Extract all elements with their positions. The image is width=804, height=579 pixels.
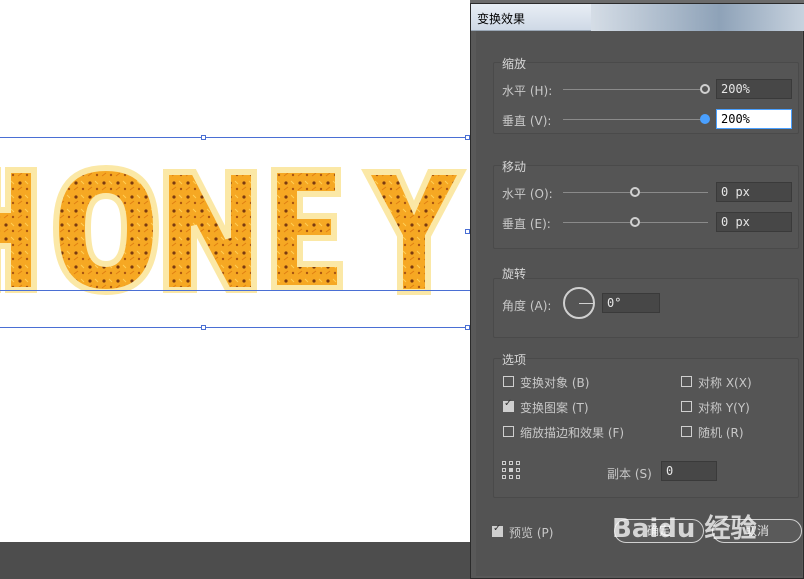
reflect-x-checkbox[interactable]	[681, 376, 692, 387]
reflect-y-checkbox[interactable]	[681, 401, 692, 412]
baidu-watermark: Baidu 经验	[612, 514, 757, 544]
scale-vertical-knob[interactable]	[700, 114, 710, 124]
move-vertical-input[interactable]: 0 px	[716, 212, 792, 232]
random-label: 随机 (R)	[698, 426, 744, 440]
transform-objects-checkbox[interactable]	[503, 376, 514, 387]
selection-line-top	[0, 137, 470, 138]
scale-horizontal-knob[interactable]	[700, 84, 710, 94]
scale-vertical-label: 垂直 (V):	[502, 114, 552, 128]
transform-patterns-label: 变换图案 (T)	[520, 401, 589, 415]
artboard-canvas[interactable]	[0, 0, 470, 542]
move-horizontal-input[interactable]: 0 px	[716, 182, 792, 202]
scale-vertical-slider[interactable]	[563, 119, 703, 120]
move-vertical-label: 垂直 (E):	[502, 217, 551, 231]
letter-n	[163, 169, 257, 293]
letter-h	[0, 167, 37, 293]
options-group-title: 选项	[502, 353, 527, 367]
scale-horizontal-label: 水平 (H):	[502, 84, 553, 98]
letter-y	[361, 169, 467, 295]
status-bar	[0, 542, 470, 579]
selection-handle-top[interactable]	[201, 135, 206, 140]
copies-label: 副本 (S)	[607, 467, 652, 481]
scale-horizontal-input[interactable]: 200%	[716, 79, 792, 99]
move-group	[493, 165, 799, 249]
rotate-angle-label: 角度 (A):	[502, 299, 552, 313]
scale-strokes-checkbox[interactable]	[503, 426, 514, 437]
transform-objects-label: 变换对象 (B)	[520, 376, 590, 390]
preview-checkbox[interactable]	[492, 523, 503, 537]
move-horizontal-knob[interactable]	[630, 187, 640, 197]
move-vertical-knob[interactable]	[630, 217, 640, 227]
scale-group-title: 缩放	[502, 57, 527, 71]
dialog-titlebar[interactable]: 变换效果	[471, 4, 804, 31]
reflect-y-label: 对称 Y(Y)	[698, 401, 750, 415]
letter-o	[52, 164, 160, 296]
letter-e	[271, 167, 343, 291]
move-horizontal-label: 水平 (O):	[502, 187, 553, 201]
selection-line-baseline	[0, 290, 470, 291]
move-group-title: 移动	[502, 160, 527, 174]
angle-input[interactable]: 0°	[602, 293, 660, 313]
honey-artwork[interactable]	[0, 150, 480, 300]
titlebar-glass	[591, 4, 804, 31]
rotate-group-title: 旋转	[502, 267, 527, 281]
scale-strokes-label: 缩放描边和效果 (F)	[520, 426, 625, 440]
preview-label: 预览 (P)	[509, 526, 554, 540]
scale-horizontal-slider[interactable]	[563, 89, 703, 90]
angle-dial[interactable]	[563, 287, 595, 319]
transform-effect-dialog: 变换效果 缩放 水平 (H): 200% 垂直 (V): 200% 移动 水平 …	[470, 3, 804, 579]
random-checkbox[interactable]	[681, 426, 692, 437]
selection-line-bottom	[0, 327, 470, 328]
copies-input[interactable]: 0	[661, 461, 717, 481]
transform-patterns-checkbox[interactable]	[503, 398, 514, 412]
scale-vertical-input[interactable]: 200%	[716, 109, 792, 129]
selection-handle-bottom[interactable]	[201, 325, 206, 330]
reference-point-icon[interactable]	[502, 461, 520, 479]
dialog-title: 变换效果	[477, 12, 526, 26]
dialog-body: 缩放 水平 (H): 200% 垂直 (V): 200% 移动 水平 (O): …	[476, 31, 802, 576]
reflect-x-label: 对称 X(X)	[698, 376, 752, 390]
